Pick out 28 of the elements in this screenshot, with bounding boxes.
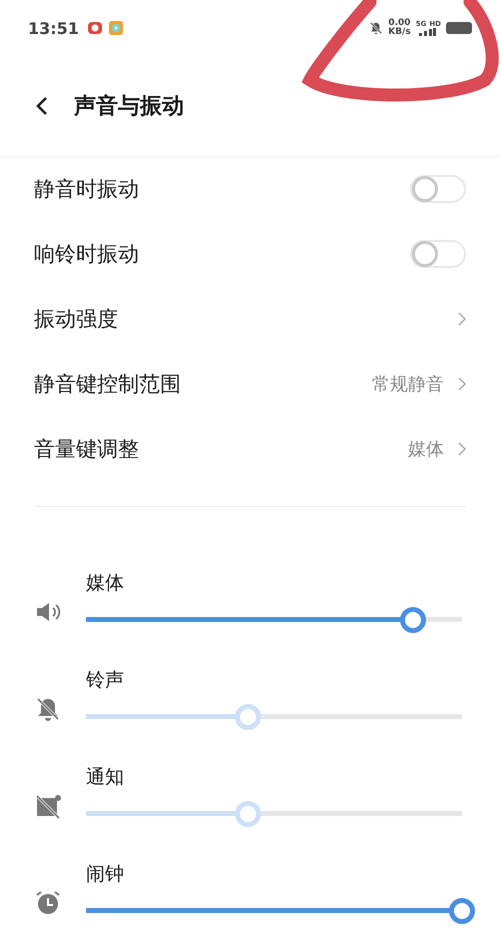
slider-thumb[interactable] xyxy=(400,606,426,632)
toggle-switch[interactable] xyxy=(410,240,466,268)
muted-bell-icon xyxy=(369,21,384,35)
setting-value: 常规静音 xyxy=(372,372,444,396)
alarm-clock-icon xyxy=(34,889,62,917)
volume-label: 闹钟 xyxy=(85,862,125,887)
setting-label: 静音时振动 xyxy=(34,176,139,203)
chevron-right-icon xyxy=(458,376,466,390)
app-icon xyxy=(108,20,124,36)
setting-label: 振动强度 xyxy=(34,306,118,332)
setting-value: 媒体 xyxy=(408,438,444,460)
setting-label: 音量键调整 xyxy=(34,436,139,462)
speed-value: 0.00 xyxy=(388,19,411,28)
setting-label: 静音键控制范围 xyxy=(34,370,181,398)
chevron-right-icon xyxy=(458,312,466,326)
setting-label: 响铃时振动 xyxy=(34,240,139,268)
page-title: 声音与振动 xyxy=(74,92,184,121)
slider-thumb[interactable] xyxy=(449,898,475,924)
chevron-right-icon xyxy=(458,442,466,456)
volume-label: 通知 xyxy=(85,765,125,790)
status-time: 13:51 xyxy=(28,18,79,38)
app-icon xyxy=(86,20,103,36)
toggle-switch[interactable] xyxy=(410,175,466,203)
volume-label: 铃声 xyxy=(85,668,125,693)
battery-icon xyxy=(446,22,472,34)
speed-unit: KB/s xyxy=(388,28,411,37)
muted-notification-icon xyxy=(34,792,62,820)
volume-label: 媒体 xyxy=(85,571,125,596)
